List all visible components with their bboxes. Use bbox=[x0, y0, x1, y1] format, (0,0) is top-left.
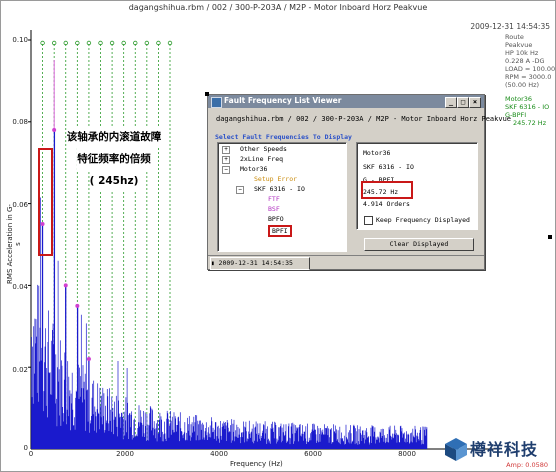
resize-handle[interactable] bbox=[205, 92, 209, 96]
company-logo: 樽祥科技 bbox=[444, 436, 550, 462]
side-fault-line: 245.72 Hz bbox=[513, 119, 547, 127]
tree-item-bsf[interactable]: BSF bbox=[268, 205, 280, 213]
y-tick: 0.04 bbox=[12, 283, 28, 291]
plot-timestamp: 2009-12-31 14:54:35 bbox=[470, 22, 550, 31]
clear-displayed-button[interactable]: Clear Displayed bbox=[364, 238, 474, 251]
info-line: 4.914 Orders bbox=[363, 200, 410, 208]
logo-text: 樽祥科技 bbox=[470, 440, 539, 459]
keep-frequency-label[interactable]: Keep Frequency Displayed bbox=[376, 216, 470, 224]
amp-readout: Amp: 0.0580 bbox=[506, 461, 548, 469]
x-tick: 6000 bbox=[304, 450, 322, 458]
tree-item-motor36[interactable]: Motor36 bbox=[240, 165, 267, 173]
y-axis-label: RMS Acceleration in G-s bbox=[6, 204, 22, 284]
y-tick: 0.10 bbox=[12, 36, 28, 44]
tree-item-bpfo[interactable]: BPFO bbox=[268, 215, 284, 223]
harmonic-highlight-box bbox=[38, 148, 53, 256]
side-info-line: (50.00 Hz) bbox=[505, 81, 540, 89]
frequency-highlight-box bbox=[361, 181, 413, 199]
expand-icon[interactable]: + bbox=[222, 156, 230, 164]
side-info-line: Route bbox=[505, 33, 524, 41]
plot-title: dagangshihua.rbm / 002 / 300-P-203A / M2… bbox=[128, 3, 428, 12]
close-button[interactable]: × bbox=[469, 97, 481, 108]
side-info-line: 0.228 A -DG bbox=[505, 57, 545, 65]
side-info-line: LOAD = 100.00 bbox=[505, 65, 556, 73]
tree-item-setup-error[interactable]: Setup Error bbox=[254, 175, 297, 183]
collapse-icon[interactable]: − bbox=[222, 166, 230, 174]
side-info-line: HP 10k Hz bbox=[505, 49, 539, 57]
y-tick: 0.02 bbox=[12, 366, 28, 374]
side-fault-line: SKF 6316 - IO bbox=[505, 103, 550, 111]
dialog-titlebar[interactable]: Fault Frequency List Viewer _ □ × bbox=[208, 95, 484, 108]
logo-cube-icon bbox=[445, 438, 467, 461]
x-tick: 8000 bbox=[398, 450, 416, 458]
dialog-title: Fault Frequency List Viewer bbox=[224, 96, 342, 105]
fault-frequency-dialog[interactable]: Fault Frequency List Viewer _ □ × dagang… bbox=[207, 94, 512, 270]
tab-icon: ▮ bbox=[211, 260, 215, 267]
harmonic-marker bbox=[63, 283, 68, 288]
annotation-line: 该轴承的内滚道故障 bbox=[66, 126, 162, 148]
info-line: SKF 6316 - IO bbox=[363, 163, 414, 171]
harmonic-marker bbox=[86, 357, 91, 362]
side-info-line: RPM = 3000.0 bbox=[505, 73, 552, 81]
tree-item-2xline[interactable]: 2xLine Freq bbox=[240, 155, 283, 163]
side-info-line: Peakvue bbox=[505, 41, 533, 49]
minimize-button[interactable]: _ bbox=[445, 97, 457, 108]
dialog-header: dagangshihua.rbm / 002 / 300-P-203A / M2… bbox=[216, 115, 512, 123]
y-tick: 0.06 bbox=[12, 201, 28, 209]
status-bar: ▮ 2009-12-31 14:54:35 bbox=[208, 255, 484, 270]
x-tick: 2000 bbox=[116, 450, 134, 458]
resize-handle[interactable] bbox=[548, 235, 552, 239]
tree-item-skf6316[interactable]: SKF 6316 - IO bbox=[254, 185, 305, 193]
expand-icon[interactable]: + bbox=[222, 146, 230, 154]
fault-tree[interactable]: + Other Speeds + 2xLine Freq − Motor36 S… bbox=[217, 142, 347, 252]
status-tab[interactable]: ▮ 2009-12-31 14:54:35 bbox=[210, 257, 310, 270]
harmonic-marker bbox=[75, 303, 80, 308]
y-tick: 0.08 bbox=[12, 118, 28, 126]
side-fault-line: Motor36 bbox=[505, 95, 533, 103]
keep-frequency-checkbox[interactable] bbox=[364, 216, 373, 225]
select-label: Select Fault Frequencies To Display bbox=[215, 133, 352, 141]
tree-item-bpfi[interactable]: BPFI bbox=[268, 225, 292, 237]
x-tick: 4000 bbox=[210, 450, 228, 458]
maximize-button[interactable]: □ bbox=[457, 97, 469, 108]
info-line: Motor36 bbox=[363, 149, 391, 157]
collapse-icon[interactable]: − bbox=[236, 186, 244, 194]
x-tick: 0 bbox=[28, 450, 34, 458]
x-axis-label: Frequency (Hz) bbox=[230, 460, 283, 468]
tree-item-other-speeds[interactable]: Other Speeds bbox=[240, 145, 287, 153]
status-timestamp: 2009-12-31 14:54:35 bbox=[218, 259, 293, 267]
annotation-callout: 该轴承的内滚道故障 特征频率的倍频 ( 245hz) bbox=[62, 126, 166, 192]
annotation-line: ( 245hz) bbox=[89, 170, 139, 192]
y-tick: 0 bbox=[23, 444, 28, 452]
app-icon bbox=[211, 97, 222, 108]
tree-item-ftf[interactable]: FTF bbox=[268, 195, 280, 203]
annotation-line: 特征频率的倍频 bbox=[77, 148, 151, 170]
